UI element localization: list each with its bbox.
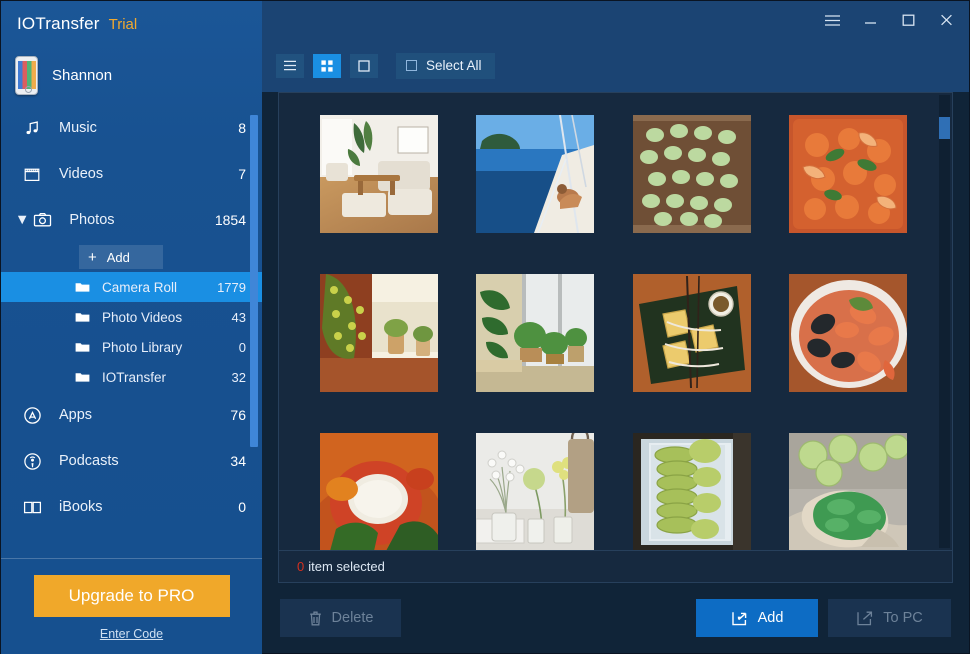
sidebar-item-apps[interactable]: Apps 76	[1, 392, 262, 438]
sidebar-item-photo-videos[interactable]: Photo Videos 43	[1, 302, 262, 332]
to-pc-button[interactable]: To PC	[828, 599, 951, 637]
sidebar-item-ibooks[interactable]: iBooks 0	[1, 484, 262, 530]
photo-thumbnail[interactable]	[320, 115, 439, 233]
sidebar-item-count: 1854	[214, 212, 246, 228]
delete-label: Delete	[331, 610, 374, 626]
select-all-button[interactable]: Select All	[396, 52, 495, 79]
sidebar-nav-scroll-area: Music 8 Videos 7 ▼ Photos 1854 + Add Cam…	[1, 103, 262, 558]
sidebar-item-iotransfer-album[interactable]: IOTransfer 32	[1, 362, 262, 392]
photo-thumbnail[interactable]	[788, 115, 907, 233]
plus-icon: +	[88, 248, 97, 266]
add-label: Add	[757, 610, 784, 626]
large-view-button[interactable]	[350, 53, 378, 78]
device-row[interactable]: Shannon	[1, 47, 262, 103]
sidebar-subitem-count: 32	[231, 369, 246, 385]
selection-status-bar: 0 item selected	[279, 550, 952, 582]
device-name: Shannon	[52, 66, 113, 84]
sidebar-subitem-count: 0	[238, 339, 246, 355]
sidebar-nav: Music 8 Videos 7 ▼ Photos 1854 + Add Cam…	[1, 103, 262, 530]
content-scrollbar-thumb[interactable]	[939, 117, 950, 139]
photo-thumbnail[interactable]	[320, 274, 439, 392]
main-panel: Select All 0 item selected Delete Add To…	[262, 1, 969, 653]
sidebar-item-camera-roll[interactable]: Camera Roll 1779	[1, 272, 262, 302]
content-toolbar: Select All	[262, 39, 969, 92]
appstore-icon	[19, 406, 45, 425]
maximize-icon[interactable]	[889, 5, 927, 35]
select-all-label: Select All	[426, 58, 482, 73]
content-scrollbar-track[interactable]	[939, 95, 950, 548]
minimize-icon[interactable]	[851, 5, 889, 35]
photo-thumbnail[interactable]	[632, 274, 751, 392]
sidebar-subitem-label: Photo Videos	[102, 309, 183, 325]
sidebar-item-photos[interactable]: ▼ Photos 1854	[1, 197, 262, 243]
close-icon[interactable]	[927, 5, 965, 35]
sidebar-scrollbar-thumb[interactable]	[250, 115, 258, 447]
sidebar-item-label: Apps	[59, 407, 93, 423]
music-note-icon	[19, 120, 45, 137]
titlebar	[262, 1, 969, 39]
sidebar-item-label: Podcasts	[59, 453, 119, 469]
sidebar-subitem-count: 1779	[217, 279, 246, 295]
delete-button[interactable]: Delete	[280, 599, 401, 637]
photo-thumbnail[interactable]	[632, 115, 751, 233]
film-icon	[19, 166, 45, 183]
sidebar-item-count: 76	[230, 407, 246, 423]
select-all-checkbox[interactable]	[406, 60, 417, 71]
photo-thumbnail[interactable]	[476, 274, 595, 392]
photo-thumbnail[interactable]	[788, 433, 907, 551]
sidebar-subitem-label: IOTransfer	[102, 369, 167, 385]
folder-icon	[75, 281, 93, 293]
photo-grid	[279, 93, 952, 551]
folder-icon	[75, 341, 93, 353]
promo-area: Upgrade to PRO Enter Code	[1, 558, 262, 654]
sidebar-item-count: 8	[238, 120, 246, 136]
upgrade-to-pro-button[interactable]: Upgrade to PRO	[33, 575, 230, 617]
sidebar-item-label: Music	[59, 120, 97, 136]
photo-thumbnail[interactable]	[632, 433, 751, 551]
sidebar-subitem-label: Photo Library	[102, 339, 183, 355]
photo-thumbnail[interactable]	[476, 115, 595, 233]
menu-icon[interactable]	[813, 5, 851, 35]
add-photos-label: Add	[106, 249, 130, 265]
sidebar-item-podcasts[interactable]: Podcasts 34	[1, 438, 262, 484]
photo-content-area: 0 item selected	[278, 92, 953, 583]
chevron-down-icon[interactable]: ▼	[15, 212, 29, 228]
action-footer: Delete Add To PC	[262, 583, 969, 653]
sidebar-item-photo-library[interactable]: Photo Library 0	[1, 332, 262, 362]
podcast-icon	[19, 452, 45, 471]
photo-thumbnail[interactable]	[476, 433, 595, 551]
folder-icon	[75, 311, 93, 323]
sidebar-item-label: Videos	[59, 166, 104, 182]
brand-area: IOTransfer Trial	[1, 1, 262, 47]
photo-thumbnail[interactable]	[788, 274, 907, 392]
sidebar-item-label: Photos	[69, 212, 115, 228]
camera-icon	[29, 212, 55, 228]
sidebar-subitem-label: Camera Roll	[102, 279, 178, 295]
brand-name: IOTransfer	[17, 14, 100, 33]
sidebar-item-videos[interactable]: Videos 7	[1, 151, 262, 197]
photo-thumbnail[interactable]	[320, 433, 439, 551]
selected-count-label: item selected	[308, 559, 385, 574]
grid-view-button[interactable]	[313, 53, 341, 78]
sidebar-item-count: 7	[238, 166, 246, 182]
edition-badge: Trial	[108, 15, 138, 33]
to-pc-label: To PC	[883, 610, 923, 626]
sidebar-item-count: 0	[238, 499, 246, 515]
sidebar-subitem-count: 43	[231, 309, 246, 325]
enter-code-link[interactable]: Enter Code	[100, 627, 163, 641]
sidebar-item-count: 34	[230, 453, 246, 469]
add-button[interactable]: Add	[696, 599, 818, 637]
add-photos-button[interactable]: + Add	[79, 245, 163, 269]
sidebar-item-music[interactable]: Music 8	[1, 105, 262, 151]
iphone-icon	[15, 55, 38, 95]
books-icon	[19, 500, 45, 515]
iotransfer-window: IOTransfer Trial Shannon Music 8 Videos …	[0, 0, 970, 654]
sidebar-item-label: iBooks	[59, 499, 103, 515]
folder-icon	[75, 371, 93, 383]
selected-count: 0	[297, 559, 305, 574]
list-view-button[interactable]	[276, 53, 304, 78]
sidebar: IOTransfer Trial Shannon Music 8 Videos …	[1, 1, 262, 654]
